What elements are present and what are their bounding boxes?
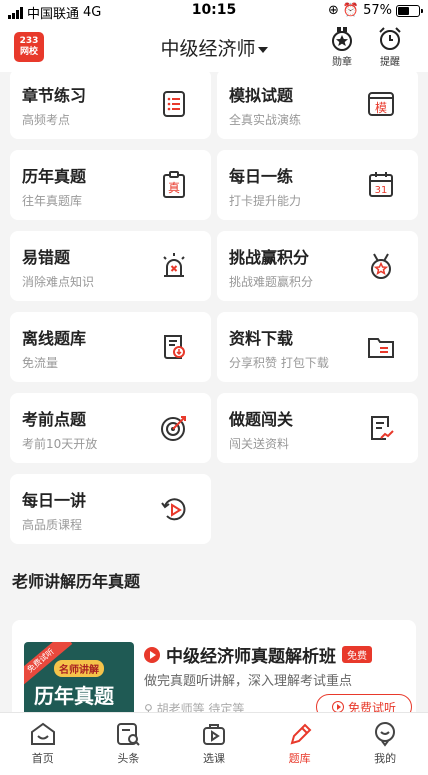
card-subtitle: 全真实战演练 xyxy=(229,113,302,127)
target-icon xyxy=(161,416,186,441)
card-title: 每日一练 xyxy=(229,167,294,186)
card-title: 模拟试题 xyxy=(229,86,294,105)
tab-label: 题库 xyxy=(288,752,311,765)
mock-glyph: 模 xyxy=(375,101,387,115)
tab-home[interactable]: 首页 xyxy=(0,713,86,775)
course-name: 中级经济师真题解析班 xyxy=(166,647,336,667)
course-card[interactable]: 免费试听 名师讲解 历年真题 中级经济师真题解析班 免费 做完真题听讲解，深入理… xyxy=(12,620,416,712)
medal-button[interactable]: 勋章 xyxy=(322,26,362,68)
remind-button[interactable]: 提醒 xyxy=(370,26,410,68)
alarm-icon xyxy=(163,253,185,277)
medal-icon xyxy=(371,253,391,279)
card-error-prone[interactable]: 易错题 消除难点知识 xyxy=(10,231,211,301)
tab-label: 头条 xyxy=(117,752,140,765)
card-chapter-practice[interactable]: 章节练习 高频考点 xyxy=(10,72,211,139)
alarm-status-icon: ⏰ xyxy=(342,3,360,18)
exam-selector[interactable]: 中级经济师 xyxy=(0,34,428,61)
card-title: 历年真题 xyxy=(22,167,87,186)
card-daily-lecture[interactable]: 每日一讲 高品质课程 xyxy=(10,474,211,544)
battery-icon xyxy=(396,4,423,17)
card-pre-exam-tips[interactable]: 考前点题 考前10天开放 xyxy=(10,393,211,463)
medal-icon xyxy=(332,27,352,51)
card-title: 做题闯关 xyxy=(229,410,294,429)
course-teachers: ⚲ 胡老师等 待定等 xyxy=(144,700,244,712)
card-past-exams[interactable]: 历年真题 往年真题库 真 xyxy=(10,150,211,220)
tab-question-bank[interactable]: 题库 xyxy=(257,713,343,775)
medal-label: 勋章 xyxy=(332,57,352,68)
tab-news[interactable]: 头条 xyxy=(86,713,172,775)
replay-icon xyxy=(161,498,186,521)
card-subtitle: 往年真题库 xyxy=(22,194,83,208)
card-challenge-points[interactable]: 挑战赢积分 挑战难题赢积分 xyxy=(217,231,418,301)
card-title: 考前点题 xyxy=(22,410,87,429)
home-icon xyxy=(30,722,55,745)
free-trial-label: 免费试听 xyxy=(347,700,396,713)
card-offline-bank[interactable]: 离线题库 免流量 xyxy=(10,312,211,382)
free-trial-button[interactable]: 免费试听 xyxy=(316,694,412,712)
news-icon xyxy=(117,723,141,746)
folder-icon xyxy=(368,338,394,358)
course-header: 中级经济师真题解析班 免费 xyxy=(144,642,372,667)
thumb-tag: 名师讲解 xyxy=(54,660,104,677)
status-bar: 中国联通 4G 10:15 ⊕ ⏰ 57% xyxy=(0,0,428,22)
card-subtitle: 消除难点知识 xyxy=(22,275,95,289)
card-subtitle: 闯关送资料 xyxy=(229,437,290,451)
play-icon xyxy=(144,646,160,663)
caret-down-icon xyxy=(257,46,268,53)
card-title: 挑战赢积分 xyxy=(229,248,310,267)
download-doc-icon xyxy=(164,335,185,359)
battery-percent: 57% xyxy=(363,3,392,18)
section-title: 老师讲解历年真题 xyxy=(12,572,141,591)
teachers-text: 胡老师等 待定等 xyxy=(156,702,245,712)
bottom-tab-bar: 首页 头条 选课 题库 我的 xyxy=(0,712,428,775)
location-pin-icon: ⚲ xyxy=(144,702,157,712)
card-title: 资料下载 xyxy=(229,329,294,348)
list-doc-icon xyxy=(163,91,185,117)
card-mock-exam[interactable]: 模拟试题 全真实战演练 模 xyxy=(217,72,418,139)
course-description: 做完真题听讲解，深入理解考试重点 xyxy=(144,674,353,689)
card-title: 离线题库 xyxy=(22,329,87,348)
card-subtitle: 分享积赞 打包下载 xyxy=(229,356,329,370)
mock-exam-icon: 模 xyxy=(368,92,394,116)
thumb-title: 历年真题 xyxy=(34,684,114,708)
status-right: ⊕ ⏰ 57% xyxy=(328,3,423,18)
card-subtitle: 高频考点 xyxy=(22,113,71,127)
tab-label: 首页 xyxy=(31,752,54,765)
card-level-challenge[interactable]: 做题闯关 闯关送资料 xyxy=(217,393,418,463)
card-subtitle: 打卡提升能力 xyxy=(229,194,302,208)
tab-profile[interactable]: 我的 xyxy=(342,713,428,775)
card-subtitle: 免流量 xyxy=(22,356,59,370)
free-badge: 免费 xyxy=(342,646,372,663)
card-title: 每日一讲 xyxy=(22,491,87,510)
calendar-icon: 31 xyxy=(369,172,393,197)
remind-label: 提醒 xyxy=(380,57,400,68)
clipboard-icon: 真 xyxy=(163,171,185,198)
tab-label: 选课 xyxy=(202,752,225,765)
top-nav: 233 网校 中级经济师 勋章 提醒 xyxy=(0,22,428,72)
question-bank-content: 章节练习 高频考点 模拟试题 全真实战演练 模 历年真题 往年真题库 真 每日一… xyxy=(0,72,428,712)
card-materials-download[interactable]: 资料下载 分享积赞 打包下载 xyxy=(217,312,418,382)
pen-icon xyxy=(290,723,311,745)
calendar-glyph: 31 xyxy=(375,185,388,196)
tab-label: 我的 xyxy=(374,752,397,765)
card-subtitle: 高品质课程 xyxy=(22,518,83,532)
card-daily-practice[interactable]: 每日一练 打卡提升能力 31 xyxy=(217,150,418,220)
course-bag-icon xyxy=(202,724,225,745)
card-subtitle: 挑战难题赢积分 xyxy=(229,275,314,289)
profile-icon xyxy=(375,722,396,747)
orientation-lock-icon: ⊕ xyxy=(328,3,339,18)
chart-doc-icon xyxy=(371,416,394,440)
exam-title: 中级经济师 xyxy=(160,38,256,60)
past-glyph: 真 xyxy=(168,181,180,195)
card-title: 章节练习 xyxy=(22,86,87,105)
card-title: 易错题 xyxy=(22,248,71,267)
alarm-clock-icon xyxy=(379,27,401,50)
play-circle-icon xyxy=(331,701,344,712)
course-thumbnail[interactable]: 免费试听 名师讲解 历年真题 xyxy=(24,642,134,712)
card-subtitle: 考前10天开放 xyxy=(22,437,98,451)
tab-courses[interactable]: 选课 xyxy=(171,713,257,775)
